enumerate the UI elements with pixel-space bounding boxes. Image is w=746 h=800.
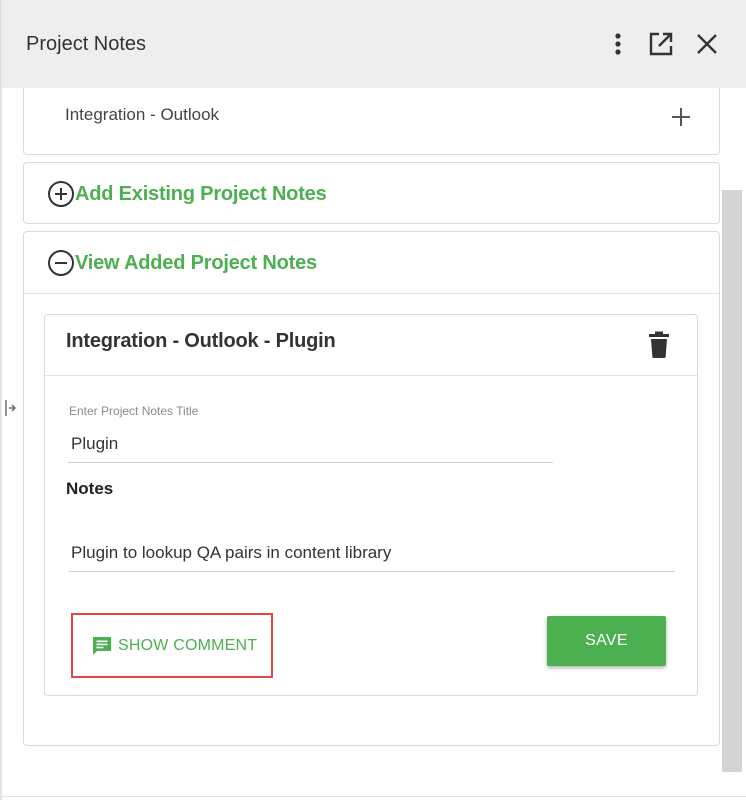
project-note-card: Integration - Outlook - Plugin Enter Pro…: [44, 314, 698, 696]
scrollbar-thumb[interactable]: [722, 190, 742, 772]
close-icon[interactable]: [692, 29, 722, 59]
view-added-notes-section: View Added Project Notes Integration - O…: [23, 231, 720, 746]
note-title-input[interactable]: [68, 425, 553, 463]
circle-minus-icon: [48, 250, 74, 276]
bottom-divider: [0, 796, 746, 797]
panel-header: Project Notes: [0, 0, 746, 88]
view-added-notes-header[interactable]: View Added Project Notes: [47, 249, 317, 277]
note-card-divider: [45, 375, 697, 376]
show-comment-label: SHOW COMMENT: [118, 636, 258, 654]
note-card-title: Integration - Outlook - Plugin: [66, 330, 336, 352]
notes-label: Notes: [66, 479, 114, 498]
save-button[interactable]: SAVE: [547, 616, 666, 666]
add-existing-notes-header[interactable]: Add Existing Project Notes: [47, 180, 327, 208]
add-existing-notes-title: Add Existing Project Notes: [75, 182, 327, 205]
open-external-icon[interactable]: [646, 29, 676, 59]
panel-left-border: [0, 88, 2, 800]
show-comment-button[interactable]: SHOW COMMENT: [71, 613, 273, 678]
resize-handle-icon[interactable]: [3, 398, 17, 418]
section-divider: [24, 293, 719, 294]
circle-plus-icon: [48, 181, 74, 207]
plus-icon[interactable]: [668, 104, 694, 130]
notes-input[interactable]: [68, 534, 675, 572]
more-vertical-icon[interactable]: [603, 29, 633, 59]
project-note-item-label: Integration - Outlook: [65, 105, 220, 124]
add-existing-notes-section[interactable]: Add Existing Project Notes: [23, 162, 720, 224]
comment-icon: [93, 636, 111, 655]
title-field-label: Enter Project Notes Title: [69, 404, 199, 418]
trash-icon[interactable]: [647, 331, 671, 359]
view-added-notes-title: View Added Project Notes: [75, 251, 317, 274]
project-note-item: Integration - Outlook: [23, 88, 720, 155]
panel-title: Project Notes: [26, 33, 147, 55]
